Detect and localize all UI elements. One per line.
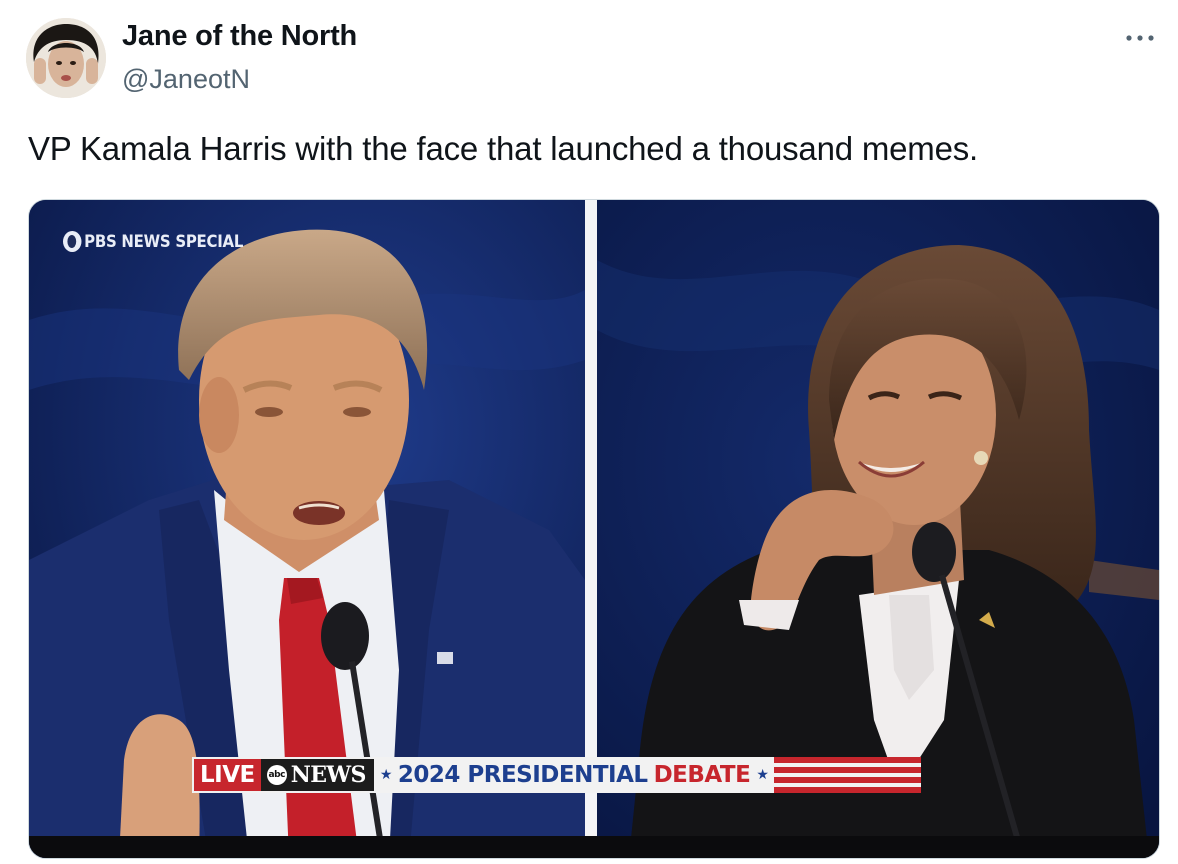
abc-logo-icon: abc	[266, 765, 287, 785]
star-icon: ★	[379, 767, 393, 783]
author-display-name[interactable]: Jane of the North	[122, 20, 357, 53]
debate-chyron: LIVE abc NEWS ★ 2024 PRESIDENTIAL DEBATE…	[192, 757, 922, 793]
star-icon: ★	[756, 767, 769, 783]
chyron-title: ★ 2024 PRESIDENTIAL DEBATE ★	[373, 757, 775, 793]
author-avatar[interactable]	[26, 18, 106, 98]
live-badge: LIVE	[192, 757, 261, 793]
tweet-text: VP Kamala Harris with the face that laun…	[28, 130, 979, 167]
pbs-news-special-label: PBS NEWS SPECIAL	[84, 231, 244, 252]
network-badge: abc NEWS	[260, 757, 374, 793]
more-horizontal-icon	[1126, 35, 1154, 41]
tweet-media-image[interactable]: PBS NEWS SPECIAL LIVE abc NEWS ★ 2024 PR…	[28, 199, 1160, 859]
pbs-logo-icon	[63, 231, 82, 252]
chyron-title-main: 2024 PRESIDENTIAL	[397, 762, 648, 788]
author-handle[interactable]: @JaneotN	[122, 64, 250, 95]
chyron-title-accent: DEBATE	[653, 762, 751, 788]
flag-stripes-decoration	[774, 757, 922, 793]
more-options-button[interactable]	[1120, 26, 1160, 50]
network-name: NEWS	[290, 762, 367, 788]
pbs-news-special-watermark: PBS NEWS SPECIAL	[63, 231, 243, 252]
